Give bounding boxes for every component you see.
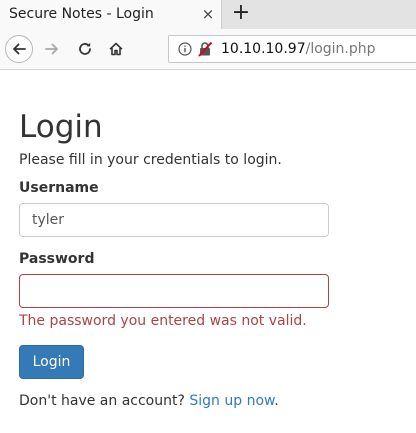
forward-arrow-icon (45, 43, 58, 55)
reload-button[interactable] (71, 35, 99, 63)
url-text: 10.10.10.97/login.php (221, 41, 376, 57)
password-label: Password (19, 251, 95, 267)
username-label: Username (19, 180, 99, 196)
home-icon (109, 42, 123, 56)
navigation-bar: 10.10.10.97/login.php (0, 29, 416, 70)
browser-tab[interactable]: Secure Notes - Login × (0, 0, 222, 29)
address-bar[interactable]: 10.10.10.97/login.php (168, 35, 416, 63)
signup-prompt: Don't have an account? Sign up now. (19, 393, 279, 409)
signup-link[interactable]: Sign up now (189, 393, 274, 409)
forward-button[interactable] (38, 35, 66, 63)
reload-icon (79, 42, 91, 55)
login-button[interactable]: Login (19, 345, 84, 379)
url-path: /login.php (305, 41, 376, 57)
page-title: Login (19, 109, 103, 145)
username-input[interactable] (19, 203, 329, 237)
password-input[interactable] (19, 274, 329, 308)
back-button[interactable] (5, 35, 33, 63)
home-button[interactable] (102, 35, 130, 63)
password-error-message: The password you entered was not valid. (19, 313, 307, 329)
tab-close-icon[interactable]: × (199, 5, 217, 23)
tab-title: Secure Notes - Login (9, 6, 154, 22)
tab-bar: Secure Notes - Login × + (0, 0, 416, 29)
back-arrow-icon (13, 43, 26, 55)
info-icon[interactable] (178, 42, 192, 56)
signup-suffix: . (274, 393, 279, 409)
page-subtitle: Please fill in your credentials to login… (19, 152, 282, 168)
signup-prompt-text: Don't have an account? (19, 393, 185, 409)
insecure-lock-icon[interactable] (197, 41, 213, 57)
url-host: 10.10.10.97 (221, 41, 306, 57)
new-tab-icon[interactable]: + (229, 2, 253, 26)
